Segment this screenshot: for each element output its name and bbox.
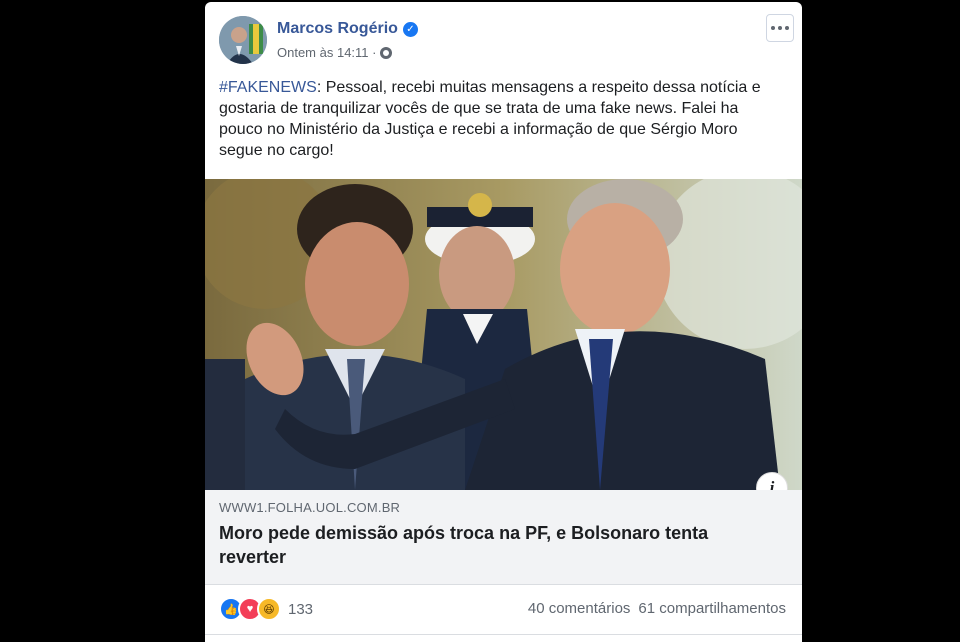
more-options-dot [785,26,789,30]
more-options-icon [771,26,775,30]
link-title[interactable]: Moro pede demissão após troca na PF, e B… [219,521,779,569]
post-text: #FAKENEWS: Pessoal, recebi muitas mensag… [219,77,785,161]
comments-count[interactable]: 40 comentários [528,600,631,617]
globe-icon [380,46,393,59]
engagement-stats: 40 comentários 61 compartilhamentos [528,600,786,617]
author-avatar[interactable] [219,16,267,64]
more-options-button[interactable] [766,14,794,42]
engagement-bar: 👍 ♥ 😆 133 40 comentários 61 compartilham… [205,586,802,635]
haha-reaction-icon: 😆 [257,597,281,621]
post-card: Marcos Rogério ✓ Ontem às 14:11 · #FAKEN… [205,2,802,642]
link-domain: WWW1.FOLHA.UOL.COM.BR [219,500,401,515]
link-preview-image[interactable]: i [205,179,802,490]
more-options-dot [778,26,782,30]
post-meta: Ontem às 14:11 · [277,45,393,60]
author-name-text[interactable]: Marcos Rogério [277,20,398,38]
shares-count[interactable]: 61 compartilhamentos [638,600,786,617]
verified-badge-icon: ✓ [402,21,418,37]
author-name[interactable]: Marcos Rogério ✓ [277,20,418,38]
hashtag-link[interactable]: #FAKENEWS [219,79,317,96]
reactions-summary[interactable]: 👍 ♥ 😆 133 [219,597,313,621]
post-header: Marcos Rogério ✓ Ontem às 14:11 · [205,2,802,74]
link-preview-box[interactable]: WWW1.FOLHA.UOL.COM.BR Moro pede demissão… [205,490,802,585]
reaction-count[interactable]: 133 [288,601,313,618]
post-timestamp[interactable]: Ontem às 14:11 · [277,45,376,60]
